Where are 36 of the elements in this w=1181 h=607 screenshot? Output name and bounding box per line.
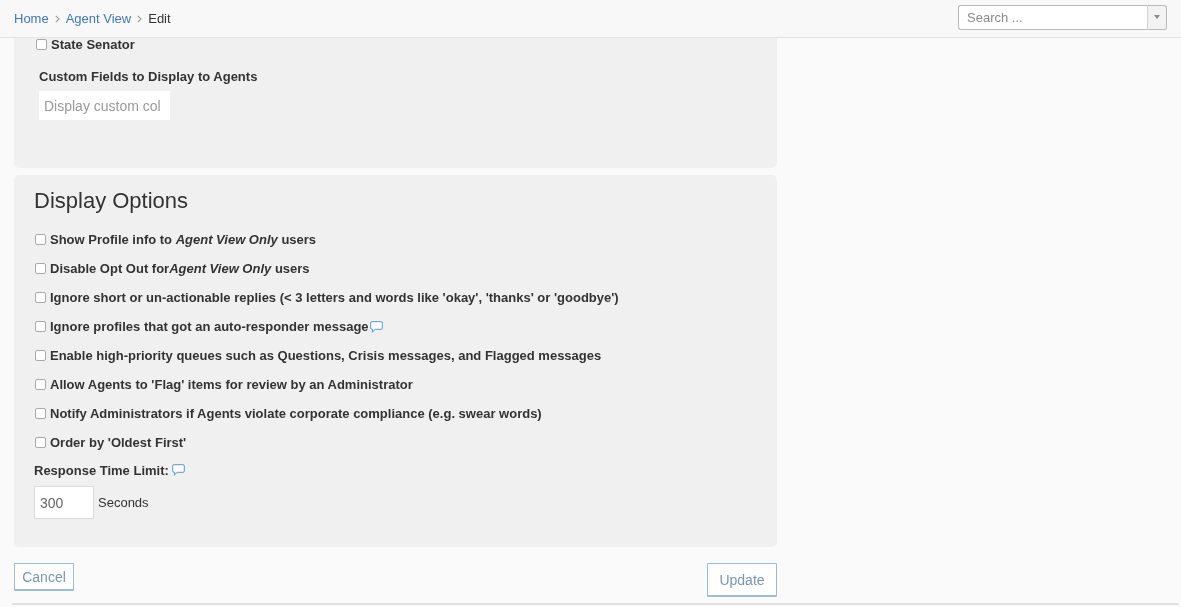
breadcrumb-current: Edit xyxy=(148,11,171,26)
update-button[interactable]: Update xyxy=(707,563,777,597)
chevron-right-icon xyxy=(54,14,60,23)
option-label: Enable high-priority queues such as Questions, Crisis messages, and Flagged messages xyxy=(50,348,602,363)
breadcrumb-link[interactable]: Home xyxy=(14,11,49,26)
speech-bubble-icon[interactable] xyxy=(171,464,185,476)
search-field[interactable]: Search ... xyxy=(958,4,1147,30)
input-field[interactable]: 300 xyxy=(34,486,94,519)
unit-label: Seconds xyxy=(98,495,149,510)
field-label: Response Time Limit: xyxy=(34,462,169,478)
option-label: Notify Administrators if Agents violate corporate compliance (e.g. swear words) xyxy=(50,406,542,421)
cancel-button[interactable]: Cancel xyxy=(14,563,74,591)
checkbox[interactable] xyxy=(35,437,46,448)
option-label: Allow Agents to 'Flag' items for review by an Administrator xyxy=(50,377,413,392)
checkbox[interactable] xyxy=(36,38,47,50)
checkbox[interactable] xyxy=(35,379,46,390)
dropdown-button[interactable] xyxy=(1147,4,1167,30)
option-label: Ignore short or un-actionable replies (< 3 letters and words like 'okay', 'thanks' or 'goodbye') xyxy=(50,290,619,305)
caret-down-icon xyxy=(1154,15,1160,19)
checkbox[interactable] xyxy=(35,234,46,245)
option-label: Disable Opt Out forAgent View Only users xyxy=(50,261,310,276)
checkbox[interactable] xyxy=(35,292,46,303)
option-label: Show Profile info to Agent View Only users xyxy=(50,232,317,247)
option-label: State Senator xyxy=(51,36,135,52)
section-title: Display Options xyxy=(34,187,189,215)
checkbox[interactable] xyxy=(35,263,46,274)
chevron-right-icon xyxy=(137,14,143,23)
input-field[interactable]: Display custom col xyxy=(39,91,170,120)
checkbox[interactable] xyxy=(35,408,46,419)
option-label: Order by 'Oldest First' xyxy=(50,435,187,450)
breadcrumb-link[interactable]: Agent View xyxy=(65,11,132,26)
speech-bubble-icon[interactable] xyxy=(369,320,383,333)
field-label: Custom Fields to Display to Agents xyxy=(39,69,258,85)
checkbox[interactable] xyxy=(35,321,46,332)
checkbox[interactable] xyxy=(35,350,46,361)
option-label: Ignore profiles that got an auto-responder message xyxy=(50,319,369,334)
